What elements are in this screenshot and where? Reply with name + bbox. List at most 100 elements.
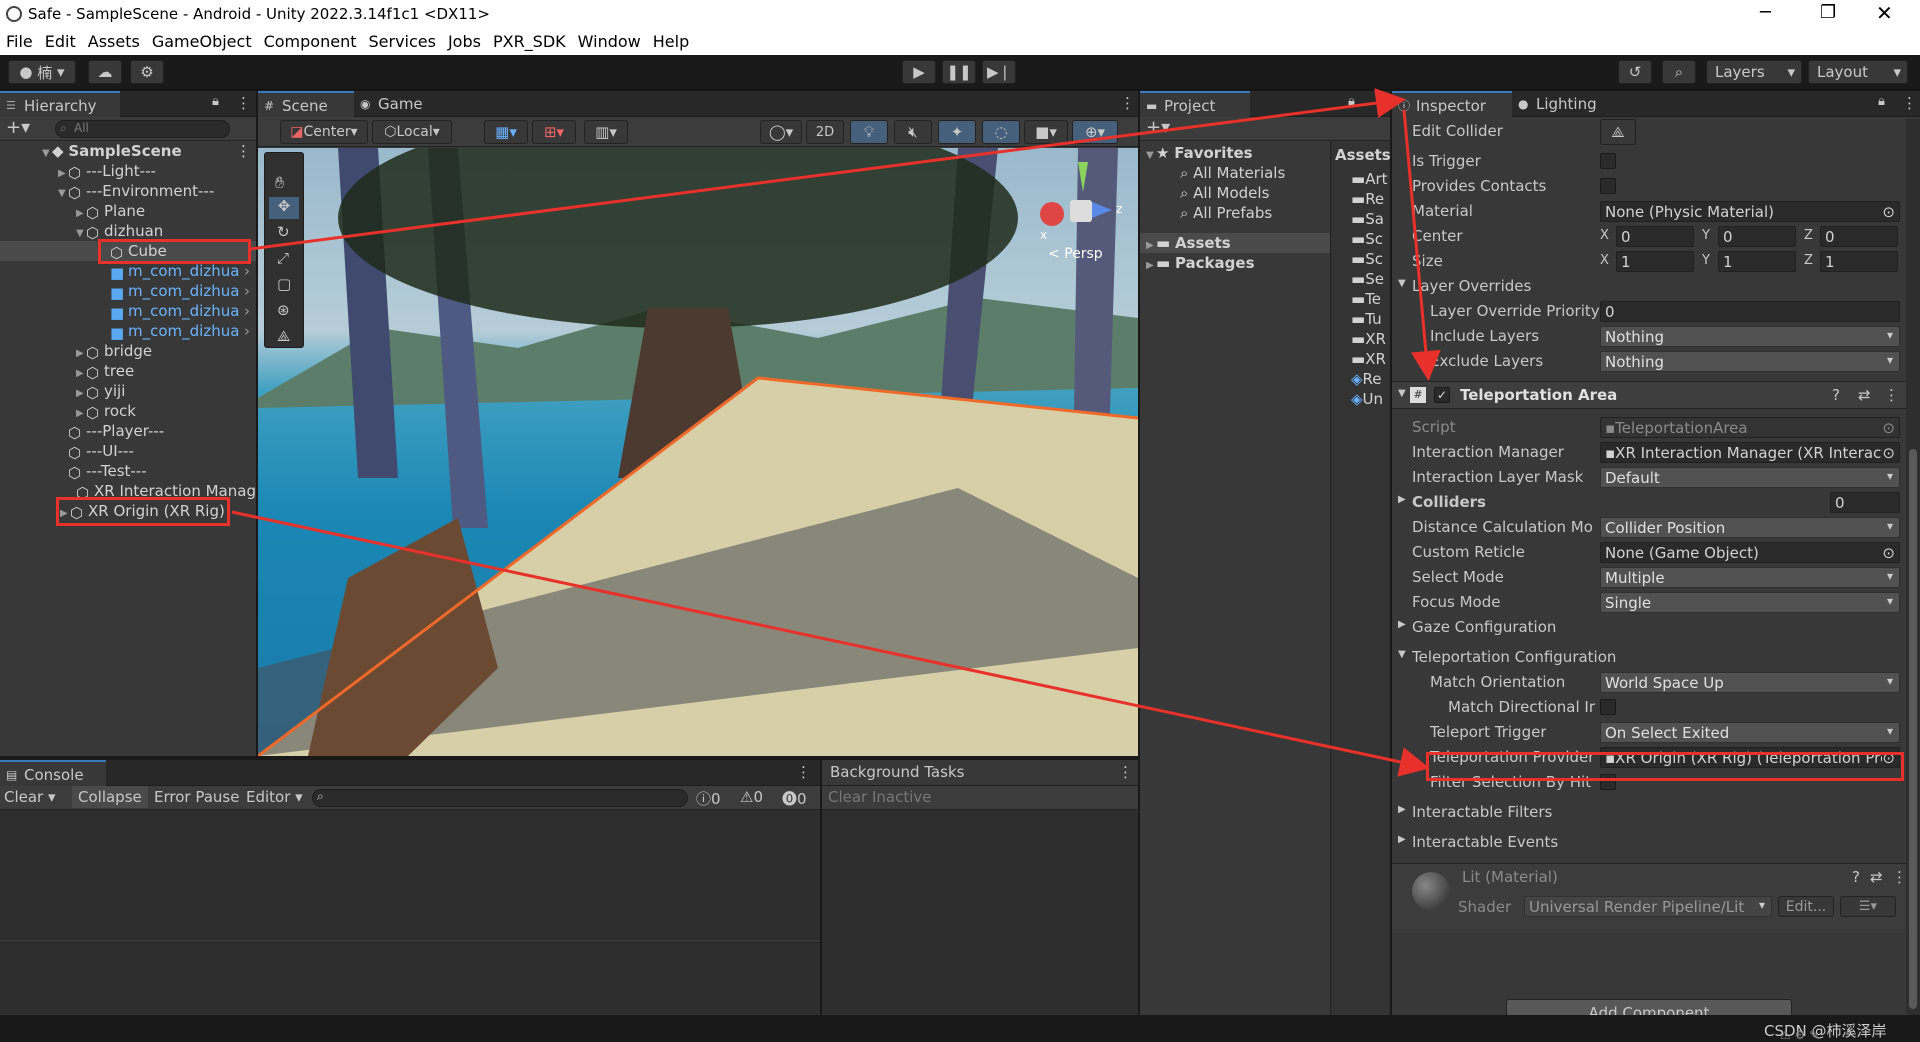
hierarchy-item-cube[interactable]: ⬡ Cube [0, 241, 256, 262]
clear-button[interactable]: Clear ▾ [4, 788, 56, 806]
layers-dropdown[interactable]: Layers ▾ [1706, 60, 1802, 84]
interactable-filters-foldout[interactable]: ▶ Interactable Filters [1392, 800, 1906, 825]
include-layers-dropdown[interactable]: Nothing [1600, 326, 1900, 347]
asset-item[interactable]: ▬Sc [1331, 229, 1383, 249]
hierarchy-item-xr-interaction-manager[interactable]: ⬡ XR Interaction Manage [0, 481, 256, 501]
maximize-button[interactable]: ❐ [1820, 2, 1836, 23]
info-count[interactable]: ⓘ0 [696, 788, 721, 809]
warning-count[interactable]: ⚠0 [740, 788, 763, 806]
inspector-scrollbar[interactable] [1906, 119, 1920, 1015]
tab-game[interactable]: ◉ Game [354, 91, 444, 117]
scene-viewport[interactable]: ✋︎ ✥ ↻ ⤢ ▢ ⊛ ⟁ x z < Persp [258, 148, 1138, 756]
teleport-trigger-dropdown[interactable]: On Select Exited [1600, 722, 1900, 743]
tab-scene[interactable]: # Scene [258, 91, 354, 117]
object-picker-icon[interactable]: ⊙ [1882, 203, 1895, 221]
visibility-toggle[interactable]: ◌ [982, 120, 1020, 144]
increment-snap-button[interactable]: ⊞▾ [532, 120, 576, 144]
menu-window[interactable]: Window [572, 30, 647, 53]
audio-toggle[interactable]: 🔇︎ [894, 120, 932, 144]
more-menu-icon[interactable]: ⋮ [1118, 763, 1133, 781]
center-y-field[interactable]: 0 [1718, 226, 1796, 247]
edit-collider-button[interactable]: ⟁ [1600, 119, 1636, 145]
more-menu-icon[interactable]: ⋮ [1120, 94, 1135, 112]
colliders-foldout[interactable]: ▶ Colliders 0 [1392, 490, 1906, 515]
lock-icon[interactable]: 🔒︎ [212, 94, 219, 109]
center-x-field[interactable]: 0 [1616, 226, 1694, 247]
shading-mode-button[interactable]: ◯▾ [760, 120, 802, 144]
hierarchy-search-input[interactable]: ⌕ All [55, 120, 230, 138]
transform-tool-icon[interactable]: ⊛ [277, 301, 290, 319]
menu-jobs[interactable]: Jobs [442, 30, 487, 53]
hierarchy-item-bridge[interactable]: ▶ ⬡ bridge [0, 341, 152, 362]
layer-overrides-foldout[interactable]: ▼ Layer Overrides [1392, 274, 1906, 299]
tab-lighting[interactable]: ● Lighting [1512, 91, 1632, 117]
error-pause-button[interactable]: Error Pause [154, 788, 239, 806]
camera-dropdown[interactable]: ■▾ [1024, 120, 1068, 144]
component-enabled-checkbox[interactable]: ✓ [1434, 387, 1450, 403]
account-dropdown[interactable]: ● 楠 ▾ [8, 60, 76, 84]
hierarchy-item-prefab[interactable]: ■ m_com_dizhua › [0, 321, 256, 342]
error-count[interactable]: ⓿0 [782, 788, 807, 809]
asset-item[interactable]: ▬XR [1331, 349, 1386, 369]
favorites-header[interactable]: ▼ ★ Favorites [1140, 143, 1253, 163]
favorite-item[interactable]: ⌕ All Materials [1140, 163, 1285, 183]
is-trigger-checkbox[interactable] [1600, 153, 1616, 169]
material-field[interactable]: None (Physic Material) ⊙ [1600, 201, 1900, 222]
hierarchy-item-test[interactable]: ⬡ ---Test--- [0, 461, 147, 482]
more-menu-icon[interactable]: ⋮ [1902, 94, 1917, 112]
select-mode-dropdown[interactable]: Multiple [1600, 567, 1900, 588]
interaction-layer-mask-dropdown[interactable]: Default [1600, 467, 1900, 488]
lock-icon[interactable]: 🔒︎ [1348, 94, 1355, 109]
layer-priority-field[interactable]: 0 [1600, 301, 1900, 322]
menu-file[interactable]: File [0, 30, 39, 53]
menu-component[interactable]: Component [258, 30, 363, 53]
console-search-input[interactable]: ⌕ [312, 789, 688, 807]
help-icon[interactable]: ? [1852, 868, 1860, 886]
favorite-item[interactable]: ⌕ All Prefabs [1140, 203, 1272, 223]
menu-pxr-sdk[interactable]: PXR_SDK [487, 30, 572, 53]
menu-services[interactable]: Services [362, 30, 441, 53]
play-button[interactable]: ▶ [902, 60, 936, 84]
menu-assets[interactable]: Assets [82, 30, 146, 53]
interactable-events-foldout[interactable]: ▶ Interactable Events [1392, 830, 1906, 855]
asset-item[interactable]: ▬Te [1331, 289, 1381, 309]
hierarchy-item-player[interactable]: ⬡ ---Player--- [0, 421, 164, 442]
asset-item[interactable]: ▬XR [1331, 329, 1386, 349]
hierarchy-item-prefab[interactable]: ■ m_com_dizhua › [0, 261, 256, 282]
tab-inspector[interactable]: ⓘ Inspector [1392, 91, 1512, 117]
create-asset-button[interactable]: +▾ [1146, 117, 1170, 138]
more-menu-icon[interactable]: ⋮ [1372, 94, 1387, 112]
effects-toggle[interactable]: ✦ [938, 120, 976, 144]
preset-icon[interactable]: ⇄ [1858, 386, 1871, 404]
more-menu-icon[interactable]: ⋮ [236, 94, 251, 112]
rect-tool-icon[interactable]: ▢ [277, 275, 291, 293]
lighting-toggle[interactable]: 💡︎ [850, 120, 888, 144]
rotate-tool-icon[interactable]: ↻ [277, 223, 290, 241]
asset-item[interactable]: ▬Re [1331, 189, 1384, 209]
more-menu-icon[interactable]: ⋮ [796, 763, 811, 781]
collab-button[interactable]: ⚙ [130, 60, 164, 84]
search-button[interactable]: ⌕ [1662, 60, 1696, 84]
shader-dropdown[interactable]: Universal Render Pipeline/Lit [1524, 896, 1772, 917]
filter-selection-checkbox[interactable] [1600, 774, 1616, 790]
asset-item[interactable]: ▬Sa [1331, 209, 1384, 229]
custom-reticle-field[interactable]: None (Game Object) ⊙ [1600, 542, 1900, 563]
grid-snap-button[interactable]: ▦▾ [484, 120, 528, 144]
close-button[interactable]: ✕ [1876, 1, 1893, 25]
gaze-configuration-foldout[interactable]: ▶ Gaze Configuration [1392, 615, 1906, 640]
folder-assets[interactable]: ▶ ▬ Assets [1140, 233, 1330, 253]
component-menu-icon[interactable]: ⋮ [1884, 386, 1899, 404]
hierarchy-item-tree[interactable]: ▶ ⬡ tree [0, 361, 134, 382]
minimize-button[interactable]: ─ [1760, 2, 1771, 23]
size-x-field[interactable]: 1 [1616, 251, 1694, 272]
clear-inactive-button[interactable]: Clear Inactive [828, 788, 932, 806]
hierarchy-item-dizhuan[interactable]: ▼ ⬡ dizhuan [0, 221, 163, 242]
favorite-item[interactable]: ⌕ All Models [1140, 183, 1269, 203]
add-object-button[interactable]: +▾ [6, 117, 30, 138]
component-header[interactable]: ▼ # ✓ Teleportation Area ? ⇄ ⋮ [1392, 381, 1906, 409]
lock-icon[interactable]: 🔒︎ [1878, 94, 1885, 109]
pivot-dropdown[interactable]: ◪ Center ▾ [280, 120, 368, 144]
pause-button[interactable]: ❚❚ [942, 60, 976, 84]
ruler-button[interactable]: ▥▾ [584, 120, 628, 144]
gizmos-dropdown[interactable]: ⊕▾ [1072, 120, 1118, 144]
